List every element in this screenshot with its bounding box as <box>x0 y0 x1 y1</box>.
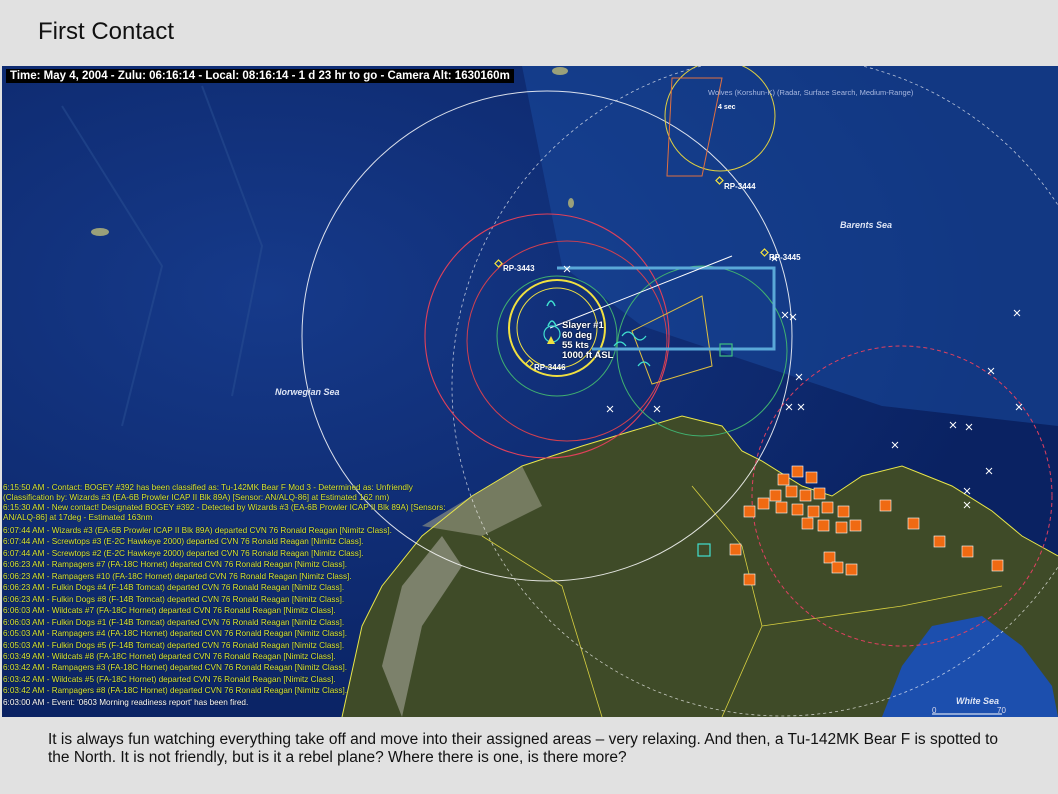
sea-label-white: White Sea <box>956 696 1000 706</box>
log-entry: 6:07:44 AM - Screwtops #3 (E-2C Hawkeye … <box>3 537 364 547</box>
log-entry: 6:06:23 AM - Rampagers #7 (FA-18C Hornet… <box>3 560 348 570</box>
island <box>91 228 109 236</box>
unit-altitude: 1000 ft ASL <box>562 350 614 361</box>
log-entry: 6:06:03 AM - Fulkin Dogs #1 (F-14B Tomca… <box>3 617 345 627</box>
sea-label-barents: Barents Sea <box>840 220 893 230</box>
message-log[interactable]: 6:15:50 AM - Contact: BOGEY #392 has bee… <box>2 481 466 717</box>
log-entry: 6:05:03 AM - Rampagers #4 (FA-18C Hornet… <box>3 629 348 639</box>
slide-title: First Contact <box>38 18 175 45</box>
rp-label: RP-3443 <box>503 264 535 273</box>
log-entry: 6:03:00 AM - Event: '0603 Morning readin… <box>3 697 249 707</box>
rp-label: RP-3444 <box>724 182 756 191</box>
slide-caption: It is always fun watching everything tak… <box>48 731 999 766</box>
log-entry: 6:15:50 AM - Contact: BOGEY #392 has bee… <box>3 483 413 502</box>
rp-label: RP-3446 <box>534 363 566 372</box>
island <box>552 67 568 75</box>
scale-label-zero: 0 <box>932 706 937 715</box>
log-entry: 6:03:42 AM - Wildcats #5 (FA-18C Hornet)… <box>3 674 336 684</box>
island <box>568 198 574 208</box>
log-entry: 6:06:23 AM - Rampagers #10 (FA-18C Horne… <box>3 571 352 581</box>
status-bar: Time: May 4, 2004 - Zulu: 06:16:14 - Loc… <box>6 69 514 83</box>
log-entry: 6:03:42 AM - Rampagers #3 (FA-18C Hornet… <box>3 663 348 673</box>
sea-label-norwegian: Norwegian Sea <box>275 387 340 397</box>
log-entry: 6:15:30 AM - New contact! Designated BOG… <box>3 503 446 522</box>
log-entry: 6:05:03 AM - Fulkin Dogs #5 (F-14B Tomca… <box>3 640 345 650</box>
log-entry: 6:03:42 AM - Rampagers #8 (FA-18C Hornet… <box>3 686 348 696</box>
log-entry: 6:06:23 AM - Fulkin Dogs #8 (F-14B Tomca… <box>3 594 345 604</box>
log-entry: 6:07:44 AM - Wizards #3 (EA-6B Prowler I… <box>3 526 392 535</box>
log-entry: 6:06:23 AM - Fulkin Dogs #4 (F-14B Tomca… <box>3 583 345 593</box>
log-entry: 6:06:03 AM - Wildcats #7 (FA-18C Hornet)… <box>3 606 336 616</box>
radar-label: Wolves (Korshun-K) (Radar, Surface Searc… <box>708 88 914 97</box>
rp-label: RP-3445 <box>769 253 801 262</box>
radar-time-label: 4 sec <box>718 104 736 111</box>
unit-info[interactable]: Slayer #1 60 deg 55 kts 1000 ft ASL <box>562 321 613 361</box>
log-entry: 6:03:49 AM - Wildcats #8 (FA-18C Hornet)… <box>3 651 336 661</box>
tactical-map[interactable]: Time: May 4, 2004 - Zulu: 06:16:14 - Loc… <box>2 66 1058 717</box>
scale-label-seventy: 70 <box>997 706 1006 715</box>
log-entry: 6:07:44 AM - Screwtops #2 (E-2C Hawkeye … <box>3 548 364 558</box>
